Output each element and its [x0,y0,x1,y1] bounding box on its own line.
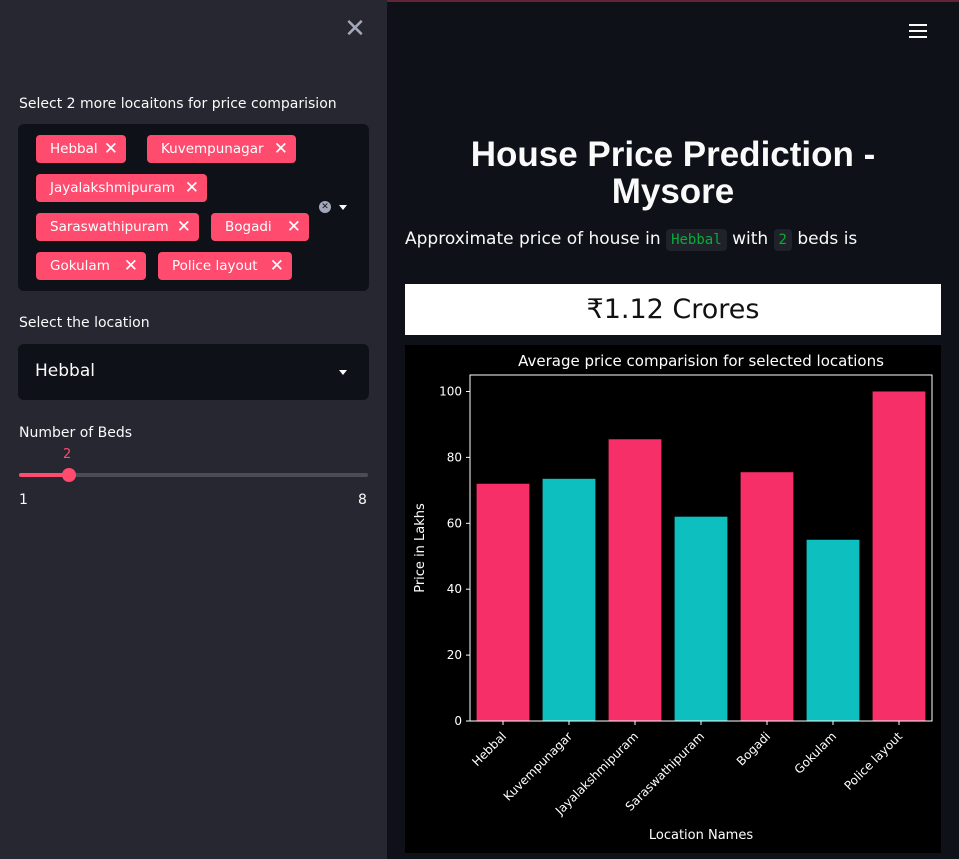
approx-prefix: Approximate price of house in [405,229,661,249]
y-axis-label: Price in Lakhs [413,503,428,593]
bar-gokulam [806,539,860,721]
approx-price-text: Approximate price of house in Hebbal wit… [405,229,858,251]
remove-tag-icon[interactable]: ✕ [104,135,118,163]
remove-tag-icon[interactable]: ✕ [274,135,288,163]
remove-tag-icon[interactable]: ✕ [270,252,284,280]
location-multiselect[interactable]: Hebbal ✕ Kuvempunagar ✕ Jayalakshmipuram… [18,124,369,291]
bar-bogadi [740,472,794,721]
x-tick-label: Hebbal [469,729,509,769]
page-title: House Price Prediction - Mysore [470,135,876,211]
location-select-value: Hebbal [35,361,95,381]
remove-tag-icon[interactable]: ✕ [287,213,301,241]
bar-kuvempunagar [542,478,596,721]
chart-title: Average price comparision for selected l… [518,352,884,370]
chart-svg: Average price comparision for selected l… [413,352,933,843]
bar-police-layout [872,391,926,721]
tag-label: Police layout [172,258,258,274]
tag-label: Gokulam [50,258,110,274]
x-tick-label: Gokulam [792,729,840,777]
bar-hebbal [476,483,530,721]
clear-all-icon[interactable]: ✕ [319,201,331,213]
x-tick-label: Bogadi [734,729,773,768]
y-tick-label: 20 [447,648,462,662]
hamburger-menu-icon[interactable] [909,24,927,38]
beds-slider-value: 2 [63,447,72,462]
tag-label: Bogadi [225,219,272,235]
beds-slider-thumb[interactable] [62,468,76,482]
bar-saraswathipuram [674,516,728,721]
remove-tag-icon[interactable]: ✕ [177,213,191,241]
tag-bogadi: Bogadi ✕ [211,213,309,241]
tag-jayalakshmipuram: Jayalakshmipuram ✕ [36,174,207,202]
tag-gokulam: Gokulam ✕ [36,252,146,280]
tag-label: Saraswathipuram [50,219,169,235]
x-axis-label: Location Names [649,828,753,843]
bar-jayalakshmipuram [608,439,662,721]
approx-suffix: beds is [797,229,858,249]
multiselect-chevron-down-icon[interactable] [339,205,347,210]
location-select[interactable]: Hebbal [18,344,369,400]
tag-label: Kuvempunagar [161,141,264,157]
y-tick-label: 40 [447,582,462,596]
beds-slider-max: 8 [358,492,367,508]
tag-label: Jayalakshmipuram [50,180,175,196]
y-tick-label: 100 [439,384,462,398]
x-tick-label: Kuvempunagar [501,729,575,803]
x-tick-label: Police layout [841,729,905,793]
tag-label: Hebbal [50,141,98,157]
select-chevron-down-icon [339,370,347,375]
predicted-price: ₹1.12 Crores [405,284,941,335]
tag-saraswathipuram: Saraswathipuram ✕ [36,213,199,241]
tag-police-layout: Police layout ✕ [158,252,292,280]
location-select-label: Select the location [19,315,150,331]
y-tick-label: 60 [447,516,462,530]
price-comparison-chart: Average price comparision for selected l… [405,345,941,853]
sidebar: ✕ Select 2 more locaitons for price comp… [0,0,387,859]
multiselect-label: Select 2 more locaitons for price compar… [19,96,337,112]
approx-location-code: Hebbal [666,229,727,251]
approx-mid: with [732,229,769,249]
beds-slider-min: 1 [19,492,28,508]
beds-slider-label: Number of Beds [19,425,133,441]
y-tick-label: 0 [454,714,462,728]
remove-tag-icon[interactable]: ✕ [124,252,138,280]
approx-beds-code: 2 [773,229,792,251]
tag-kuvempunagar: Kuvempunagar ✕ [147,135,296,163]
tag-hebbal: Hebbal ✕ [36,135,126,163]
y-tick-label: 80 [447,450,462,464]
remove-tag-icon[interactable]: ✕ [185,174,199,202]
close-sidebar-icon[interactable]: ✕ [344,16,366,42]
